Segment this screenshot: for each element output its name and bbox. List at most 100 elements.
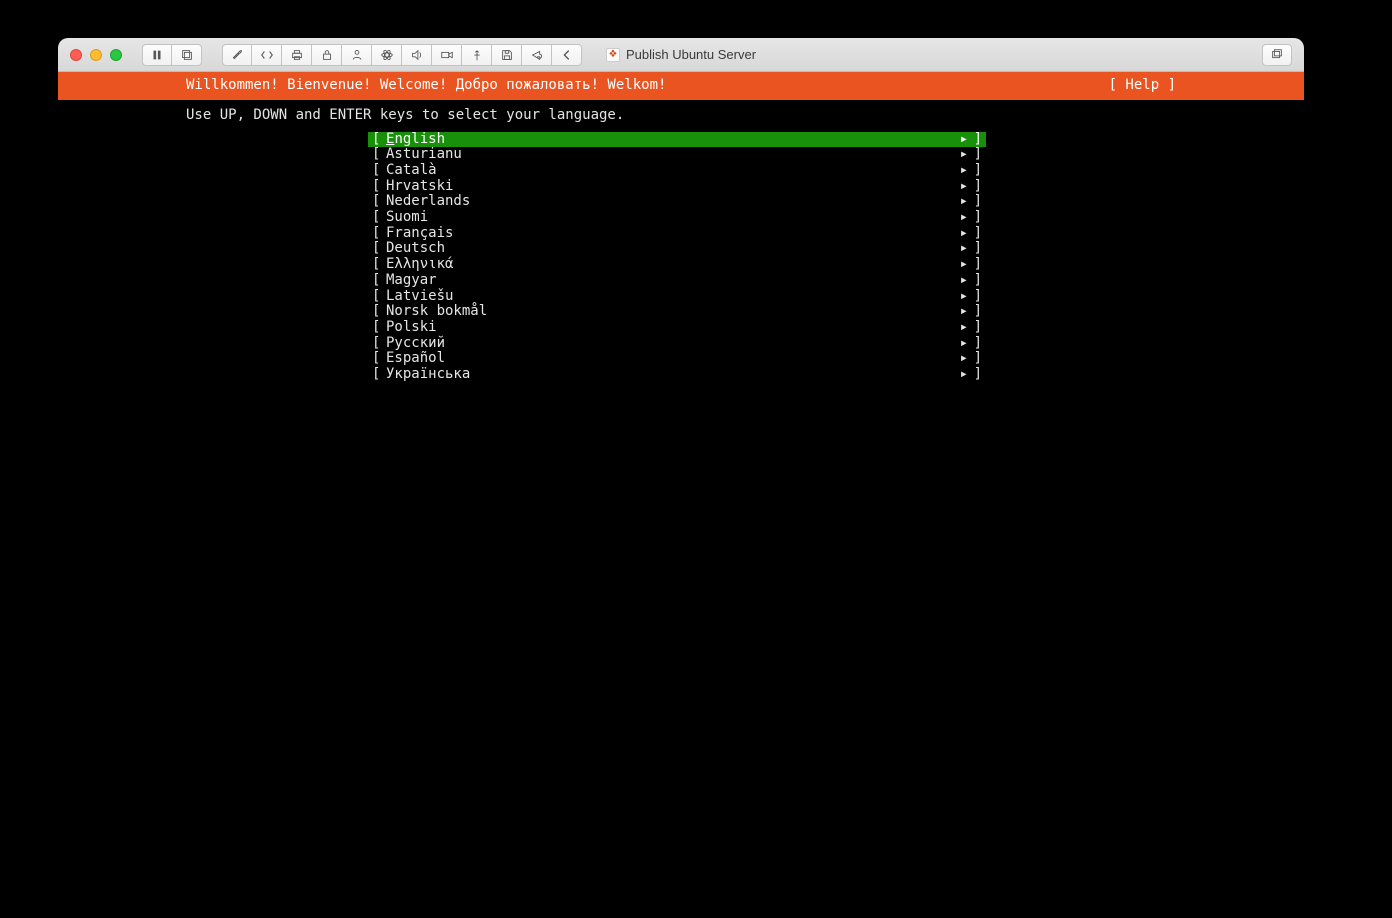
bracket-left: [ [368,226,386,242]
close-button[interactable] [70,49,82,61]
language-option[interactable]: [Русский▸] [368,336,986,352]
language-label: Magyar [386,273,950,289]
submenu-arrow-icon: ▸ [950,179,968,195]
camera-button[interactable] [432,44,462,66]
bracket-right: ] [968,257,986,273]
submenu-arrow-icon: ▸ [950,163,968,179]
bracket-left: [ [368,241,386,257]
language-option[interactable]: [Suomi▸] [368,210,986,226]
bracket-left: [ [368,351,386,367]
wrench-icon [230,48,244,62]
language-option[interactable]: [Deutsch▸] [368,241,986,257]
bracket-left: [ [368,304,386,320]
bracket-right: ] [968,367,986,383]
windows-icon [1270,48,1284,62]
language-option[interactable]: [Ελληνικά▸] [368,257,986,273]
vm-display[interactable]: Willkommen! Bienvenue! Welcome! Добро по… [58,72,1304,828]
language-label: Русский [386,336,950,352]
person-button[interactable] [342,44,372,66]
language-option[interactable]: [Norsk bokmål▸] [368,304,986,320]
fullscreen-button[interactable] [1262,44,1292,66]
language-label: Suomi [386,210,950,226]
language-option[interactable]: [Nederlands▸] [368,194,986,210]
submenu-arrow-icon: ▸ [950,367,968,383]
help-button[interactable]: [ Help ] [1109,78,1304,94]
collapse-button[interactable] [552,44,582,66]
language-label: Hrvatski [386,179,950,195]
sound-icon [410,48,424,62]
camera-icon [440,48,454,62]
language-option[interactable]: [Latviešu▸] [368,289,986,305]
toolbar-group-right [1262,44,1292,66]
language-option[interactable]: [Hrvatski▸] [368,179,986,195]
language-option[interactable]: [Français▸] [368,226,986,242]
submenu-arrow-icon: ▸ [950,132,968,148]
bracket-left: [ [368,147,386,163]
lock-button[interactable] [312,44,342,66]
language-option[interactable]: [Español▸] [368,351,986,367]
bracket-right: ] [968,163,986,179]
window-controls [70,49,122,61]
snapshot-button[interactable] [172,44,202,66]
language-label: Norsk bokmål [386,304,950,320]
code-button[interactable] [252,44,282,66]
atom-icon [380,48,394,62]
usb-button[interactable] [462,44,492,66]
submenu-arrow-icon: ▸ [950,289,968,305]
welcome-text: Willkommen! Bienvenue! Welcome! Добро по… [58,78,1109,94]
sound-button[interactable] [402,44,432,66]
vm-window: ❖ Publish Ubuntu Server Willkommen! Bien… [58,38,1304,828]
submenu-arrow-icon: ▸ [950,257,968,273]
bracket-right: ] [968,194,986,210]
chevron-left-icon [560,48,574,62]
language-option[interactable]: [Українська▸] [368,367,986,383]
language-label: Latviešu [386,289,950,305]
submenu-arrow-icon: ▸ [950,241,968,257]
submenu-arrow-icon: ▸ [950,210,968,226]
bracket-left: [ [368,257,386,273]
minimize-button[interactable] [90,49,102,61]
language-label: Ελληνικά [386,257,950,273]
language-label: Asturianu [386,147,950,163]
submenu-arrow-icon: ▸ [950,147,968,163]
usb-icon [470,48,484,62]
bracket-left: [ [368,163,386,179]
submenu-arrow-icon: ▸ [950,273,968,289]
submenu-arrow-icon: ▸ [950,304,968,320]
bracket-right: ] [968,132,986,148]
submenu-arrow-icon: ▸ [950,320,968,336]
person-icon [350,48,364,62]
atom-button[interactable] [372,44,402,66]
language-option[interactable]: [Polski▸] [368,320,986,336]
language-option[interactable]: [Asturianu▸] [368,147,986,163]
submenu-arrow-icon: ▸ [950,194,968,210]
bracket-left: [ [368,132,386,148]
share-button[interactable] [522,44,552,66]
bracket-left: [ [368,210,386,226]
bracket-left: [ [368,320,386,336]
settings-button[interactable] [222,44,252,66]
bracket-left: [ [368,289,386,305]
submenu-arrow-icon: ▸ [950,336,968,352]
bracket-right: ] [968,147,986,163]
pause-button[interactable] [142,44,172,66]
language-option[interactable]: [Magyar▸] [368,273,986,289]
zoom-button[interactable] [110,49,122,61]
bracket-right: ] [968,351,986,367]
bracket-left: [ [368,194,386,210]
printer-button[interactable] [282,44,312,66]
floppy-icon [500,48,514,62]
floppy-button[interactable] [492,44,522,66]
toolbar-group-left [142,44,202,66]
instruction-text: Use UP, DOWN and ENTER keys to select yo… [58,100,1304,132]
language-label: Polski [386,320,950,336]
language-option[interactable]: [English▸] [368,132,986,148]
language-list[interactable]: [English▸][Asturianu▸][Català▸][Hrvatski… [368,132,986,383]
titlebar: ❖ Publish Ubuntu Server [58,38,1304,72]
bracket-right: ] [968,179,986,195]
language-option[interactable]: [Català▸] [368,163,986,179]
bracket-right: ] [968,289,986,305]
code-icon [260,48,274,62]
bracket-right: ] [968,273,986,289]
app-icon: ❖ [606,48,620,62]
